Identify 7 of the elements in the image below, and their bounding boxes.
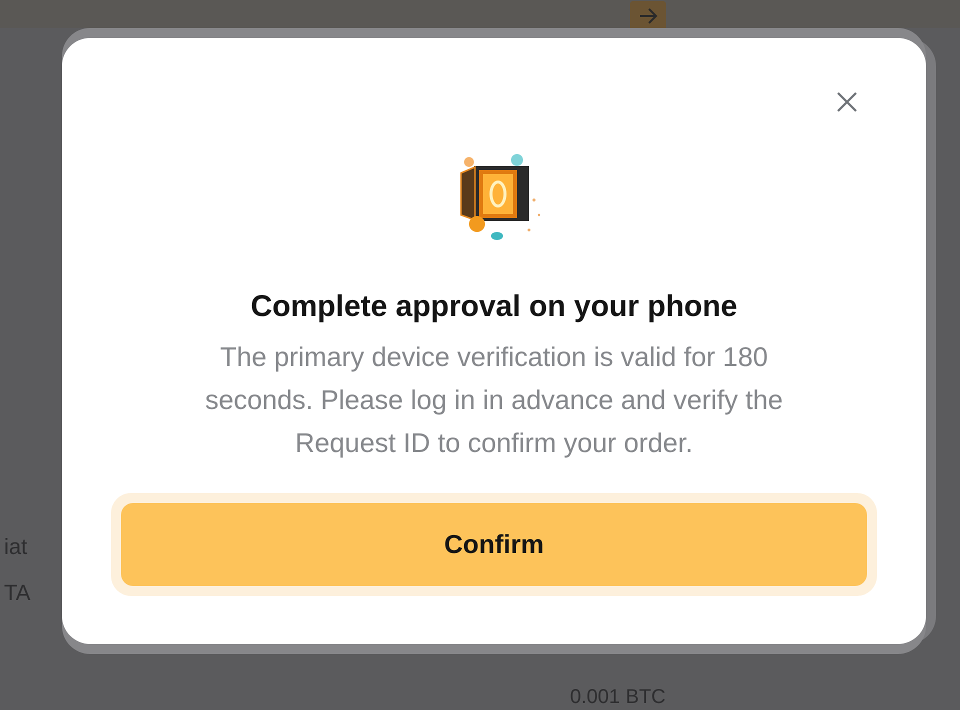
- dialog-title: Complete approval on your phone: [250, 290, 738, 324]
- arrow-right-icon: [638, 7, 658, 25]
- close-button[interactable]: [836, 91, 858, 113]
- close-icon: [836, 91, 858, 113]
- confirm-button[interactable]: Confirm: [121, 503, 867, 586]
- dialog-message: The primary device verification is valid for 180 seconds. Please log in in advance and verify the Request ID to confirm your order.: [204, 341, 784, 460]
- arrow-button[interactable]: [630, 1, 666, 31]
